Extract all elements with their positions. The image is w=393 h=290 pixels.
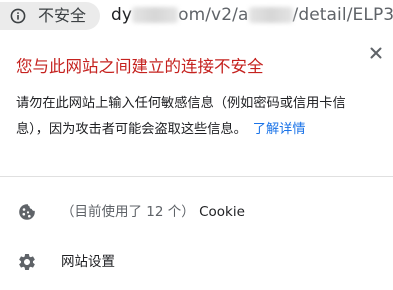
url-path-2: a [237,5,249,25]
close-icon [370,47,382,59]
connection-warning-title: 您与此网站之间建立的连接不安全 [16,57,264,76]
site-security-chip[interactable]: 不安全 [0,2,100,30]
redacted-segment [132,7,179,23]
security-label: 不安全 [38,6,87,25]
site-settings-row[interactable]: 网站设置 [0,242,393,282]
cookie-icon [19,204,35,220]
info-icon [10,8,26,24]
url-host-start: dy [111,5,133,25]
cookie-text: Cookie [199,204,245,220]
close-button[interactable] [366,43,386,63]
url-path-1: om/v2/ [178,5,238,25]
cookies-label: （目前使用了 12 个） Cookie [61,202,245,222]
cookie-count: （目前使用了 12 个） [61,204,195,220]
redacted-segment [248,7,293,23]
url-path-3: /detail/ELP3 [292,5,393,25]
connection-warning-description: 请勿在此网站上输入任何敏感信息（例如密码或信用卡信息），因为攻击者可能会盗取这些… [16,91,376,143]
learn-more-link[interactable]: 了解详情 [253,122,306,137]
gear-icon [19,254,35,270]
divider [0,176,393,177]
url-text[interactable]: dy om/v2/a/detail/ELP3 [111,4,393,26]
cookies-row[interactable]: （目前使用了 12 个） Cookie [0,192,393,232]
site-settings-label: 网站设置 [61,254,115,270]
address-bar[interactable]: 不安全 dy om/v2/a/detail/ELP3 [0,0,393,32]
